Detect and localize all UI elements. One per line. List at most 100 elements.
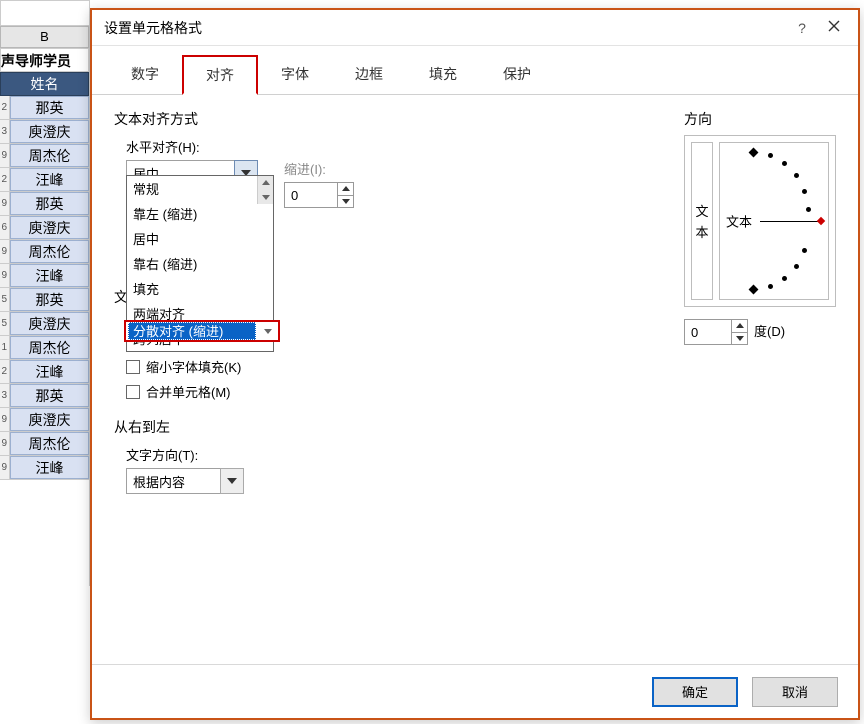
chevron-down-icon <box>258 322 278 340</box>
merge-cells-checkbox[interactable]: 合并单元格(M) <box>126 382 241 401</box>
orientation-dial[interactable]: 文本 <box>719 142 829 300</box>
name-cell[interactable]: 那英 <box>10 96 89 119</box>
table-row[interactable]: 2汪峰 <box>0 168 89 192</box>
dial-text-label: 文本 <box>726 212 752 231</box>
row-number: 9 <box>0 144 10 167</box>
name-cell[interactable]: 庾澄庆 <box>10 120 89 143</box>
name-cell[interactable]: 那英 <box>10 384 89 407</box>
text-direction-combo[interactable] <box>126 468 244 494</box>
align-option[interactable]: 居中 <box>127 226 273 251</box>
table-row[interactable]: 9汪峰 <box>0 264 89 288</box>
dial-diamond-icon <box>749 148 759 158</box>
row-number: 6 <box>0 216 10 239</box>
dial-dot-icon <box>802 189 807 194</box>
name-cell[interactable]: 周杰伦 <box>10 432 89 455</box>
dialog-body: 文本对齐方式 水平对齐(H): 缩进(I): 常 <box>92 95 858 664</box>
ok-button[interactable]: 确定 <box>652 677 738 707</box>
row-number: 5 <box>0 288 10 311</box>
shrink-to-fit-label: 缩小字体填充(K) <box>146 357 241 376</box>
degree-up[interactable] <box>732 320 747 333</box>
indent-spinner[interactable] <box>284 182 354 208</box>
vertical-text-char: 文 <box>695 201 708 220</box>
indent-down[interactable] <box>338 196 353 208</box>
table-row[interactable]: 9周杰伦 <box>0 432 89 456</box>
table-row[interactable]: 9汪峰 <box>0 456 89 480</box>
dialog-title: 设置单元格格式 <box>104 18 786 38</box>
cancel-button[interactable]: 取消 <box>752 677 838 707</box>
dial-dot-icon <box>782 276 787 281</box>
horizontal-align-selected-option[interactable]: 分散对齐 (缩进) <box>124 320 280 342</box>
orientation-label: 方向 <box>684 109 836 129</box>
table-row[interactable]: 6庾澄庆 <box>0 216 89 240</box>
table-row[interactable]: 5那英 <box>0 288 89 312</box>
dial-dot-icon <box>802 248 807 253</box>
tab-保护[interactable]: 保护 <box>480 55 554 95</box>
name-cell[interactable]: 庾澄庆 <box>10 216 89 239</box>
name-cell[interactable]: 周杰伦 <box>10 240 89 263</box>
table-row[interactable]: 5庾澄庆 <box>0 312 89 336</box>
name-cell[interactable]: 汪峰 <box>10 360 89 383</box>
rtl-section-title: 从右到左 <box>114 417 244 437</box>
text-direction-input[interactable] <box>126 468 220 494</box>
shrink-to-fit-checkbox[interactable]: 缩小字体填充(K) <box>126 357 241 376</box>
tab-边框[interactable]: 边框 <box>332 55 406 95</box>
text-direction-dropdown-button[interactable] <box>220 468 244 494</box>
name-cell[interactable]: 汪峰 <box>10 168 89 191</box>
degree-input[interactable] <box>684 319 732 345</box>
table-row[interactable]: 3那英 <box>0 384 89 408</box>
dial-pointer <box>817 217 825 225</box>
table-row[interactable]: 2那英 <box>0 96 89 120</box>
row-number: 9 <box>0 264 10 287</box>
listbox-scrollbar[interactable] <box>257 176 273 204</box>
table-row[interactable]: 2汪峰 <box>0 360 89 384</box>
text-direction-label: 文字方向(T): <box>126 445 244 464</box>
indent-up[interactable] <box>338 183 353 196</box>
tab-填充[interactable]: 填充 <box>406 55 480 95</box>
table-row[interactable]: 1周杰伦 <box>0 336 89 360</box>
table-row[interactable]: 9周杰伦 <box>0 240 89 264</box>
indent-block: 缩进(I): <box>284 153 354 208</box>
indent-input[interactable] <box>284 182 338 208</box>
dial-dot-icon <box>768 284 773 289</box>
table-row[interactable]: 9那英 <box>0 192 89 216</box>
name-cell[interactable]: 庾澄庆 <box>10 408 89 431</box>
align-option[interactable]: 靠右 (缩进) <box>127 251 273 276</box>
help-button[interactable]: ? <box>786 20 818 36</box>
table-row[interactable]: 3庾澄庆 <box>0 120 89 144</box>
selected-option-text: 分散对齐 (缩进) <box>128 322 256 340</box>
row-number: 9 <box>0 240 10 263</box>
name-cell[interactable]: 周杰伦 <box>10 144 89 167</box>
name-cell[interactable]: 那英 <box>10 288 89 311</box>
sheet-title-cell[interactable]: 声导师学员 <box>0 48 89 72</box>
vertical-text-button[interactable]: 文 本 <box>691 142 713 300</box>
dial-dot-icon <box>782 161 787 166</box>
dialog-titlebar: 设置单元格格式 ? <box>92 10 858 46</box>
name-cell[interactable]: 那英 <box>10 192 89 215</box>
tab-数字[interactable]: 数字 <box>108 55 182 95</box>
row-number: 9 <box>0 408 10 431</box>
dial-dot-icon <box>768 153 773 158</box>
name-cell[interactable]: 汪峰 <box>10 264 89 287</box>
tab-字体[interactable]: 字体 <box>258 55 332 95</box>
name-cell[interactable]: 周杰伦 <box>10 336 89 359</box>
degree-label: 度(D) <box>754 321 785 340</box>
name-cell[interactable]: 汪峰 <box>10 456 89 479</box>
row-number: 9 <box>0 432 10 455</box>
column-heading-cell[interactable]: 姓名 <box>0 72 89 96</box>
spreadsheet-column: B 声导师学员 姓名 2那英3庾澄庆9周杰伦2汪峰9那英6庾澄庆9周杰伦9汪峰5… <box>0 26 90 586</box>
column-header[interactable]: B <box>0 26 89 48</box>
align-option[interactable]: 常规 <box>127 176 273 201</box>
degree-spinner[interactable] <box>684 319 748 345</box>
formula-bar <box>0 0 90 26</box>
align-option[interactable]: 填充 <box>127 276 273 301</box>
dial-diamond-icon <box>749 285 759 295</box>
table-row[interactable]: 9庾澄庆 <box>0 408 89 432</box>
tab-对齐[interactable]: 对齐 <box>182 55 258 95</box>
name-cell[interactable]: 庾澄庆 <box>10 312 89 335</box>
table-row[interactable]: 9周杰伦 <box>0 144 89 168</box>
orientation-panel: 方向 文 本 文本 <box>684 109 836 345</box>
degree-down[interactable] <box>732 333 747 345</box>
close-button[interactable] <box>818 19 850 37</box>
row-number: 3 <box>0 384 10 407</box>
align-option[interactable]: 靠左 (缩进) <box>127 201 273 226</box>
